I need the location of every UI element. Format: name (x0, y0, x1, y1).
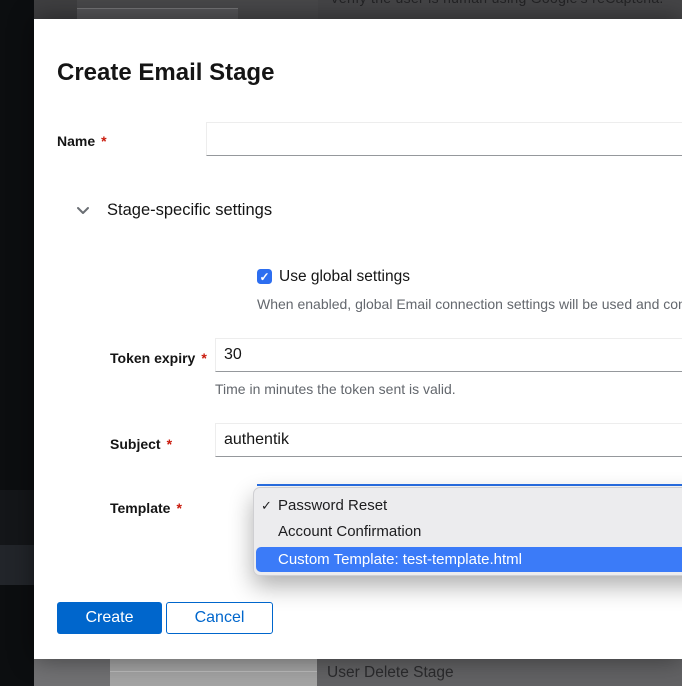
use-global-settings-label[interactable]: Use global settings (279, 268, 410, 286)
token-expiry-help-text: Time in minutes the token sent is valid. (215, 381, 456, 397)
cancel-button[interactable]: Cancel (166, 602, 273, 634)
dimmed-card (77, 8, 238, 19)
create-email-stage-modal: Create Email Stage Name* Stage-specific … (34, 19, 682, 659)
use-global-settings-checkbox[interactable]: ✓ (257, 269, 272, 284)
section-expand-button[interactable] (70, 200, 96, 220)
modal-title: Create Email Stage (57, 59, 274, 87)
subject-input[interactable] (215, 423, 682, 457)
dimmed-table-divider (110, 671, 317, 672)
stage-row-label: User Delete Stage (327, 664, 454, 682)
app-sidebar (0, 0, 34, 686)
chevron-down-icon (76, 203, 90, 218)
required-asterisk: * (201, 350, 206, 366)
template-label: Template* (110, 500, 182, 516)
required-asterisk: * (167, 436, 172, 452)
required-asterisk: * (176, 500, 181, 516)
check-icon: ✓ (259, 271, 269, 283)
dropdown-option-custom-template[interactable]: Custom Template: test-template.html (256, 547, 682, 572)
dimmed-table-cell (110, 659, 317, 686)
recaptcha-help-text: Verify the user is human using Google's … (330, 0, 682, 6)
dimmed-page-top: Verify the user is human using Google's … (34, 0, 682, 19)
template-select-focus-border (257, 484, 682, 486)
required-asterisk: * (101, 133, 106, 149)
create-button[interactable]: Create (57, 602, 162, 634)
check-icon: ✓ (261, 493, 277, 519)
subject-label: Subject* (110, 436, 172, 452)
use-global-help-text: When enabled, global Email connection se… (257, 296, 682, 312)
dropdown-option-password-reset[interactable]: ✓ Password Reset (254, 493, 682, 519)
section-title: Stage-specific settings (107, 201, 272, 220)
dropdown-option-account-confirmation[interactable]: Account Confirmation (254, 519, 682, 545)
sidebar-item (0, 545, 34, 585)
dimmed-page-bottom: User Delete Stage (34, 659, 682, 686)
name-input[interactable] (206, 122, 682, 156)
dimmed-column (34, 0, 77, 19)
token-expiry-input[interactable] (215, 338, 682, 372)
token-expiry-label: Token expiry* (110, 350, 207, 366)
sidebar-item (0, 490, 34, 545)
dimmed-cell-left (34, 659, 110, 686)
name-label: Name* (57, 133, 107, 149)
screen: Verify the user is human using Google's … (0, 0, 682, 686)
template-dropdown-menu: ✓ Password Reset Account Confirmation Cu… (253, 487, 682, 576)
